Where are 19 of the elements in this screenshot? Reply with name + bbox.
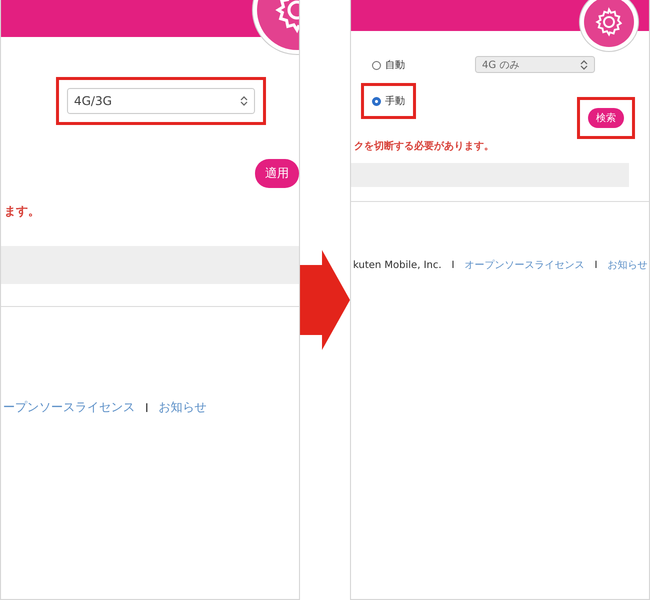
footer-text: I: [594, 260, 598, 270]
footer-text: I: [145, 400, 149, 414]
settings-icon[interactable]: [584, 0, 634, 47]
arrow-icon: [300, 250, 350, 350]
action-button[interactable]: 検索: [588, 108, 624, 128]
footer-link[interactable]: ープンソースライセンス: [3, 399, 135, 416]
warning-text: クを切断する必要があります。: [354, 140, 495, 153]
footer-link[interactable]: お知らせ: [607, 258, 648, 272]
mode-radio[interactable]: 自動: [372, 58, 405, 72]
mode-radio[interactable]: 手動: [372, 94, 405, 108]
footer-text: I: [452, 260, 454, 270]
footer-text: kuten Mobile, Inc.: [353, 260, 442, 270]
network-select[interactable]: 4G/3G: [67, 88, 255, 114]
chevron-icon: [240, 96, 248, 106]
action-button[interactable]: 適用: [255, 159, 299, 188]
footer-link[interactable]: オープンソースライセンス: [464, 258, 584, 272]
chevron-icon: [580, 60, 588, 70]
footer-link[interactable]: お知らせ: [158, 399, 207, 416]
warning-text: ます。: [4, 203, 41, 220]
